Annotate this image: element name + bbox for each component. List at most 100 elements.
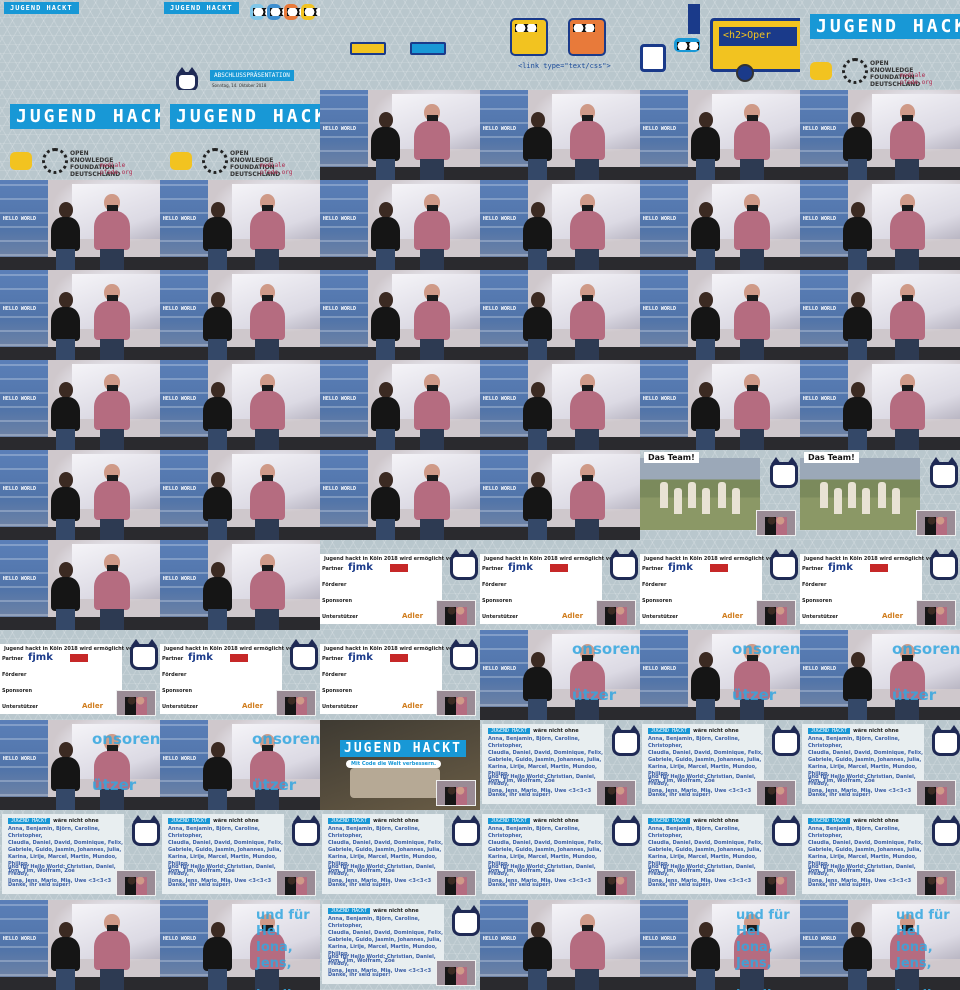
sponsor-title: Jugend hackt in Köln 2018 wird ermöglich…	[164, 646, 299, 652]
thumbnail-frame[interactable]: HELLO WORLD und für Hel Iona, Jens, ke, i…	[160, 900, 320, 990]
thumbnail-frame[interactable]: Das Team!	[800, 450, 960, 540]
overlay-word: ützer	[252, 776, 297, 794]
thumbnail-frame[interactable]: JUGEND HACKT wäre nicht ohne Anna, Benjami…	[640, 810, 800, 900]
thumbnail-frame[interactable]: HELLO WORLD	[320, 90, 480, 180]
thumbnail-frame[interactable]: Das Team!	[640, 450, 800, 540]
thumbnail-frame[interactable]: HELLO WORLD	[320, 360, 480, 450]
speaker-man	[568, 374, 606, 450]
thumbnail-frame[interactable]: HELLO WORLD	[480, 180, 640, 270]
thumbnail-frame[interactable]: HELLO WORLD	[480, 90, 640, 180]
speaker-woman-head	[698, 381, 714, 399]
thumbnail-frame[interactable]: HELLO WORLD	[0, 270, 160, 360]
thumbnail-frame[interactable]: <link type="text/css">	[480, 0, 640, 90]
partner-logo-red	[390, 564, 408, 572]
thumbnail-frame[interactable]: HELLO WORLD	[0, 540, 160, 630]
thumbnail-frame[interactable]: HELLO WORLD	[800, 90, 960, 180]
thumbnail-frame[interactable]: JUGEND HACKT wäre nicht ohne Anna, Benjami…	[320, 810, 480, 900]
thumbnail-frame[interactable]: Jugend hackt in Köln 2018 wird ermöglich…	[0, 630, 160, 720]
thumbnail-frame[interactable]: HELLO WORLD	[320, 270, 480, 360]
speaker-man	[568, 284, 606, 360]
thumbnail-frame[interactable]: HELLO WORLD	[800, 360, 960, 450]
thumbnail-frame[interactable]: HELLO WORLD	[160, 450, 320, 540]
thumbnail-frame[interactable]: HELLO WORLD und für Hel Iona, Jens, ke, i…	[800, 900, 960, 990]
thumbnail-frame[interactable]: HELLO WORLD	[320, 180, 480, 270]
wall-sign-text: HELLO WORLD	[482, 486, 516, 492]
thumbnail-frame[interactable]: JUGEND HACKTOPEN KNOWLEDGE FOUNDATION DE…	[160, 90, 320, 180]
thumbnail-frame[interactable]: HELLO WORLD	[640, 90, 800, 180]
sponsor-row-label: Partner	[642, 566, 664, 572]
speaker-woman-head	[850, 291, 866, 309]
thumbnail-frame[interactable]: HELLO WORLD	[800, 180, 960, 270]
speaker-man-trousers	[419, 428, 444, 450]
thanks-header: JUGEND HACKT wäre nicht ohne	[8, 818, 99, 824]
thumbnail-frame[interactable]: Jugend hackt in Köln 2018 wird ermöglich…	[640, 540, 800, 630]
jugend-hackt-logo-icon	[810, 62, 832, 80]
thumbnail-frame[interactable]: HELLO WORLD	[640, 180, 800, 270]
thumbnail-frame[interactable]: Jugend hackt in Köln 2018 wird ermöglich…	[320, 630, 480, 720]
thumbnail-frame[interactable]: HELLO WORLD	[480, 360, 640, 450]
thumbnail-frame[interactable]: HELLO WORLD	[160, 360, 320, 450]
thumbnail-frame[interactable]: HELLO WORLD onsoren ützer	[800, 630, 960, 720]
speaker-woman-jeans	[55, 519, 76, 540]
speaker-man	[888, 104, 926, 180]
thumbnail-frame[interactable]: JUGEND HACKT ABSCHLUSSPRÄSENTATION Sonntag…	[160, 0, 320, 90]
llama-photo	[640, 458, 760, 530]
thumbnail-frame[interactable]: JUGEND HACKT wäre nicht ohne Anna, Benjami…	[0, 810, 160, 900]
presentation-date: Sonntag, 14. Oktober 2018	[212, 83, 267, 88]
thumbnail-frame[interactable]: Jugend hackt in Köln 2018 wird ermöglich…	[160, 630, 320, 720]
bus-window-text: <h2>Oper	[719, 27, 797, 47]
thumbnail-frame[interactable]: JUGEND HACKT wäre nicht ohne Anna, Benjami…	[800, 810, 960, 900]
thumbnail-frame[interactable]: <h2>Oper	[640, 0, 800, 90]
thumbnail-frame[interactable]: HELLO WORLD onsoren ützer	[160, 720, 320, 810]
thumbnail-frame[interactable]: HELLO WORLD	[0, 900, 160, 990]
thumbnail-frame[interactable]: JUGEND HACKTOPEN KNOWLEDGE FOUNDATION DE…	[0, 90, 160, 180]
thumbnail-frame[interactable]: Jugend hackt in Köln 2018 wird ermöglich…	[480, 540, 640, 630]
thumbnail-frame[interactable]: HELLO WORLD	[480, 450, 640, 540]
speaker-woman-head	[58, 381, 74, 399]
thumbnail-frame[interactable]	[320, 0, 480, 90]
thumbnail-frame[interactable]: JUGEND HACKT Mit Code die Welt verbessern…	[320, 720, 480, 810]
thumbnail-frame[interactable]: HELLO WORLD	[800, 270, 960, 360]
adler-logo: Adler	[882, 612, 904, 620]
thumbnail-frame[interactable]: HELLO WORLD onsoren ützer	[480, 630, 640, 720]
partner-logo-red	[550, 564, 568, 572]
thumbnail-frame[interactable]: Jugend hackt in Köln 2018 wird ermöglich…	[320, 540, 480, 630]
thumbnail-frame[interactable]: JUGEND HACKT wäre nicht ohne Anna, Benjami…	[160, 810, 320, 900]
llama-figure	[718, 482, 726, 508]
thumbnail-frame[interactable]: HELLO WORLD onsoren ützer	[640, 630, 800, 720]
thumbnail-frame[interactable]: HELLO WORLD	[0, 180, 160, 270]
thumbnail-frame[interactable]: Jugend hackt in Köln 2018 wird ermöglich…	[800, 540, 960, 630]
thumbnail-frame[interactable]: JUGEND HACKT wäre nicht ohne Anna, Benjami…	[800, 720, 960, 810]
thumbnail-frame[interactable]: HELLO WORLD	[160, 270, 320, 360]
thumbnail-frame[interactable]: JUGEND HACKTOPEN KNOWLEDGE FOUNDATION DE…	[800, 0, 960, 90]
thumbnail-frame[interactable]: HELLO WORLD	[480, 270, 640, 360]
speaker-woman-shirt	[370, 396, 401, 431]
thumbnail-frame[interactable]: HELLO WORLD onsoren ützer	[0, 720, 160, 810]
speaker-woman-head	[210, 921, 226, 939]
speaker-man-trousers	[574, 158, 599, 180]
thumbnail-frame[interactable]: JUGEND HACKT wäre nicht ohne Anna, Benjami…	[640, 720, 800, 810]
thumbnail-frame[interactable]: HELLO WORLD	[320, 450, 480, 540]
thumbnail-frame[interactable]: HELLO WORLD	[640, 360, 800, 450]
speaker-woman-jeans	[207, 609, 228, 630]
thumbnail-frame[interactable]: HELLO WORLD	[160, 540, 320, 630]
thumbnail-frame[interactable]: JUGEND HACKT	[0, 0, 160, 90]
robot-mascot-icon	[284, 4, 309, 20]
thumbnail-frame[interactable]: HELLO WORLD	[640, 270, 800, 360]
speaker-woman-shirt	[522, 306, 553, 341]
jugend-hackt-banner: JUGEND HACKT	[810, 14, 960, 39]
thumbnail-frame[interactable]: HELLO WORLD	[160, 180, 320, 270]
thumbnail-frame[interactable]: HELLO WORLD	[0, 450, 160, 540]
wall-sign-text: HELLO WORLD	[802, 306, 836, 312]
thumbnail-frame[interactable]: JUGEND HACKT wäre nicht ohne Anna, Benjami…	[480, 810, 640, 900]
thumbnail-frame[interactable]: HELLO WORLD	[0, 360, 160, 450]
speaker-inset-video	[436, 600, 476, 626]
thumbnail-frame[interactable]: JUGEND HACKT wäre nicht ohne Anna, Benjami…	[320, 900, 480, 990]
thumbnail-frame[interactable]: HELLO WORLD	[480, 900, 640, 990]
speaker-man-trousers	[419, 248, 444, 270]
thumbnail-frame[interactable]: HELLO WORLD und für Hel Iona, Jens, ke, i…	[640, 900, 800, 990]
thanks-card: JUGEND HACKT wäre nicht ohne Anna, Benjami…	[802, 814, 924, 894]
thumbnail-frame[interactable]: JUGEND HACKT wäre nicht ohne Anna, Benjami…	[480, 720, 640, 810]
speaker-woman	[48, 561, 83, 630]
llama-figure	[732, 488, 740, 514]
